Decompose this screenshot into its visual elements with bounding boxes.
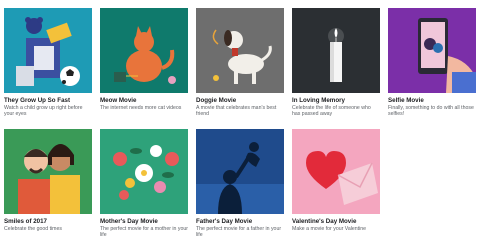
movie-title: Selfie Movie [388, 97, 424, 104]
movie-card-selfie[interactable]: Selfie Movie Finally, something to do wi… [388, 8, 476, 118]
father-child-silhouette-illustration [196, 129, 284, 214]
valentines-day-thumbnail[interactable] [292, 129, 380, 214]
movie-title: Doggie Movie [196, 97, 237, 104]
movie-description: The perfect movie for a father in your l… [196, 226, 282, 239]
movie-title: They Grow Up So Fast [4, 97, 71, 104]
movie-card-mothers-day[interactable]: Mother's Day Movie The perfect movie for… [100, 129, 188, 239]
smiling-couple-illustration [4, 129, 92, 214]
meow-thumbnail[interactable] [100, 8, 188, 93]
movie-card-meow[interactable]: Meow Movie The internet needs more cat v… [100, 8, 188, 111]
phone-selfie-illustration [388, 8, 476, 93]
movie-description: A movie that celebrates man's best frien… [196, 105, 277, 118]
fathers-day-thumbnail[interactable] [196, 129, 284, 214]
dog-illustration [196, 8, 284, 93]
heart-envelope-illustration [292, 129, 380, 214]
movie-card-doggie[interactable]: Doggie Movie A movie that celebrates man… [196, 8, 284, 118]
movie-title: Smiles of 2017 [4, 218, 47, 225]
mothers-day-thumbnail[interactable] [100, 129, 188, 214]
movie-description: The perfect movie for a mother in your l… [100, 226, 188, 239]
child-toys-illustration [4, 8, 92, 93]
cat-illustration [100, 8, 188, 93]
movie-card-valentines-day[interactable]: Valentine's Day Movie Make a movie for y… [292, 129, 380, 232]
flower-bouquet-illustration [100, 129, 188, 214]
movie-card-grow-up[interactable]: They Grow Up So Fast Watch a child grow … [4, 8, 92, 118]
movie-title: Meow Movie [100, 97, 137, 104]
movie-card-fathers-day[interactable]: Father's Day Movie The perfect movie for… [196, 129, 284, 239]
movie-title: Mother's Day Movie [100, 218, 158, 225]
smiles-thumbnail[interactable] [4, 129, 92, 214]
movie-description: Make a movie for your Valentine [292, 226, 367, 232]
movie-description: Finally, something to do with all those … [388, 105, 474, 118]
movie-description: Watch a child grow up right before your … [4, 105, 83, 118]
movie-card-smiles-2017[interactable]: Smiles of 2017 Celebrate the good times [4, 129, 92, 232]
movie-title: In Loving Memory [292, 97, 345, 104]
doggie-thumbnail[interactable] [196, 8, 284, 93]
movie-title: Valentine's Day Movie [292, 218, 357, 225]
movie-description: Celebrate the life of someone who has pa… [292, 105, 371, 118]
candle-illustration [292, 8, 380, 93]
movie-card-loving-memory[interactable]: In Loving Memory Celebrate the life of s… [292, 8, 380, 118]
movie-description: Celebrate the good times [4, 226, 62, 232]
movie-grid: They Grow Up So Fast Watch a child grow … [0, 0, 479, 240]
loving-memory-thumbnail[interactable] [292, 8, 380, 93]
grow-up-thumbnail[interactable] [4, 8, 92, 93]
movie-description: The internet needs more cat videos [100, 105, 182, 111]
selfie-thumbnail[interactable] [388, 8, 476, 93]
movie-title: Father's Day Movie [196, 218, 253, 225]
